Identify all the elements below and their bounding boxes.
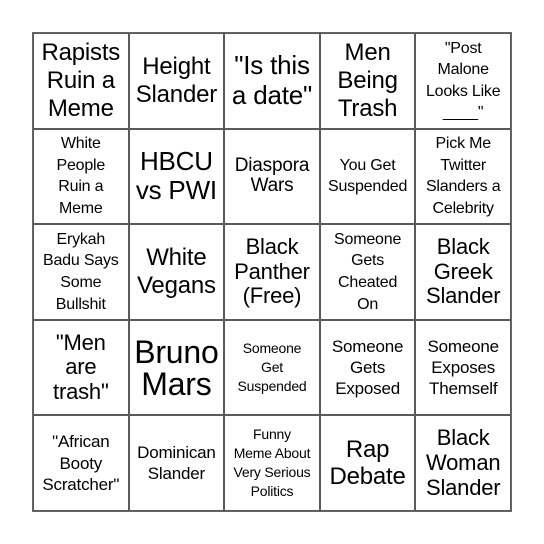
bingo-cell-r3-c0[interactable]: "Men are trash" [33,319,129,416]
cell-label: Funny Meme About Very Serious Politics [233,426,311,500]
bingo-cell-r0-c1[interactable]: Height Slander [128,33,225,129]
bingo-cell-r4-c3[interactable]: Rap Debate [319,415,416,511]
bingo-cell-r0-c2[interactable]: "Is this a date" [224,33,320,129]
bingo-cell-r0-c0[interactable]: Rapists Ruin a Meme [33,33,129,129]
bingo-card: Rapists Ruin a Meme Height Slander "Is t… [32,32,512,512]
cell-label: Black Woman Slander [425,425,501,500]
cell-label: Bruno Mars [134,333,219,402]
bingo-cell-r3-c1[interactable]: Bruno Mars [128,319,225,416]
bingo-cell-r0-c3[interactable]: Men Being Trash [319,33,416,129]
bingo-cell-r0-c4[interactable]: "Post Malone Looks Like ____" [415,33,511,129]
cell-label: White People Ruin a Meme [56,135,106,217]
bingo-cell-r2-c3[interactable]: Someone Gets Cheated On [319,224,416,320]
cell-label: "Is this a date" [231,49,313,110]
cell-label: Dominican Slander [137,442,216,484]
cell-label: "African Booty Scratcher" [42,432,120,494]
bingo-cell-r4-c1[interactable]: Dominican Slander [128,415,225,511]
bingo-cell-r2-c4[interactable]: Black Greek Slander [415,224,511,320]
bingo-cell-r1-c3[interactable]: You Get Suspended [319,128,416,225]
bingo-cell-r2-c0[interactable]: Erykah Badu Says Some Bullshit [33,224,129,320]
bingo-cell-r2-c2[interactable]: Black Panther (Free) [224,224,320,320]
bingo-cell-r3-c2[interactable]: Someone Get Suspended [224,319,320,416]
cell-label: Men Being Trash [337,39,398,122]
cell-label: Pick Me Twitter Slanders a Celebrity [425,135,501,217]
bingo-cell-r1-c0[interactable]: White People Ruin a Meme [33,128,129,225]
cell-label: Someone Gets Exposed [331,336,404,399]
bingo-cell-r3-c3[interactable]: Someone Gets Exposed [319,319,416,416]
cell-label: Rap Debate [329,435,406,491]
cell-label: HBCU vs PWI [135,145,217,206]
cell-label: Black Greek Slander [425,234,501,309]
cell-label: "Post Malone Looks Like ____" [425,39,501,122]
cell-label: Height Slander [135,53,218,108]
cell-label: Black Panther (Free) [234,234,310,309]
cell-label: Rapists Ruin a Meme [41,39,121,122]
cell-label: White Vegans [136,244,216,299]
bingo-cell-r1-c4[interactable]: Pick Me Twitter Slanders a Celebrity [415,128,511,225]
cell-label: "Men are trash" [53,329,109,404]
bingo-cell-r4-c2[interactable]: Funny Meme About Very Serious Politics [224,415,320,511]
bingo-cell-r4-c0[interactable]: "African Booty Scratcher" [33,415,129,511]
bingo-cell-r4-c4[interactable]: Black Woman Slander [415,415,511,511]
cell-label: Erykah Badu Says Some Bullshit [43,230,119,313]
cell-label: Someone Get Suspended [237,340,307,395]
bingo-cell-r1-c2[interactable]: Diaspora Wars [224,128,320,225]
cell-label: Diaspora Wars [234,154,310,197]
bingo-cell-r3-c4[interactable]: Someone Exposes Themself [415,319,511,416]
bingo-cell-r2-c1[interactable]: White Vegans [128,224,225,320]
cell-label: You Get Suspended [328,156,408,196]
bingo-cell-r1-c1[interactable]: HBCU vs PWI [128,128,225,225]
cell-label: Someone Gets Cheated On [334,230,402,313]
cell-label: Someone Exposes Themself [427,336,500,399]
